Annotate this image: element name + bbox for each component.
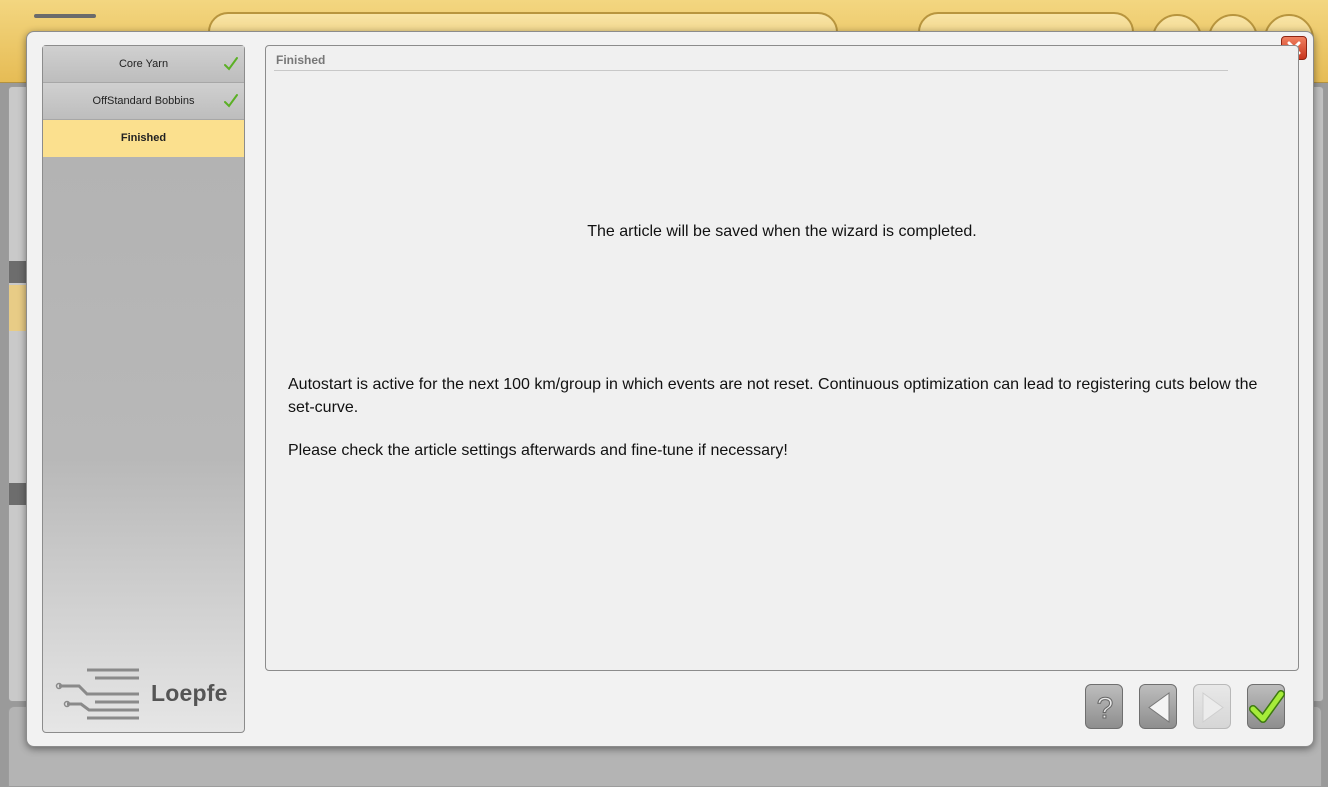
page-title: Finished [276,53,326,67]
circuit-lines-icon [55,668,139,720]
arrow-right-icon [1202,692,1224,723]
question-mark-icon: ? [1096,692,1114,726]
menu-icon [34,14,96,18]
header-divider [274,70,1228,71]
step-label: Finished [120,132,167,144]
checkmark-icon [1249,690,1285,723]
checkmark-icon [224,94,238,108]
save-notice-text: The article will be saved when the wizar… [587,223,977,240]
step-label: OffStandard Bobbins [92,95,195,107]
back-button[interactable] [1139,684,1177,729]
check-settings-paragraph: Please check the article settings afterw… [288,442,788,459]
loepfe-logo: Loepfe [55,664,239,720]
finish-button[interactable] [1247,684,1285,729]
step-core-yarn[interactable]: Core Yarn [43,46,244,83]
wizard-dialog: Core Yarn OffStandard Bobbins Finished L… [26,31,1314,747]
wizard-content-panel: Finished The article will be saved when … [265,45,1299,671]
step-offstandard-bobbins[interactable]: OffStandard Bobbins [43,83,244,120]
next-button[interactable] [1193,684,1231,729]
step-finished[interactable]: Finished [43,120,244,157]
arrow-left-icon [1148,692,1170,723]
wizard-steps-sidebar: Core Yarn OffStandard Bobbins Finished L… [42,45,245,733]
autostart-paragraph: Autostart is active for the next 100 km/… [288,376,1258,416]
svg-text:?: ? [1097,692,1114,725]
logo-text: Loepfe [151,680,228,706]
help-button[interactable]: ? [1085,684,1123,729]
step-label: Core Yarn [118,58,169,70]
autostart-info: Autostart is active for the next 100 km/… [288,373,1278,482]
checkmark-icon [224,57,238,71]
